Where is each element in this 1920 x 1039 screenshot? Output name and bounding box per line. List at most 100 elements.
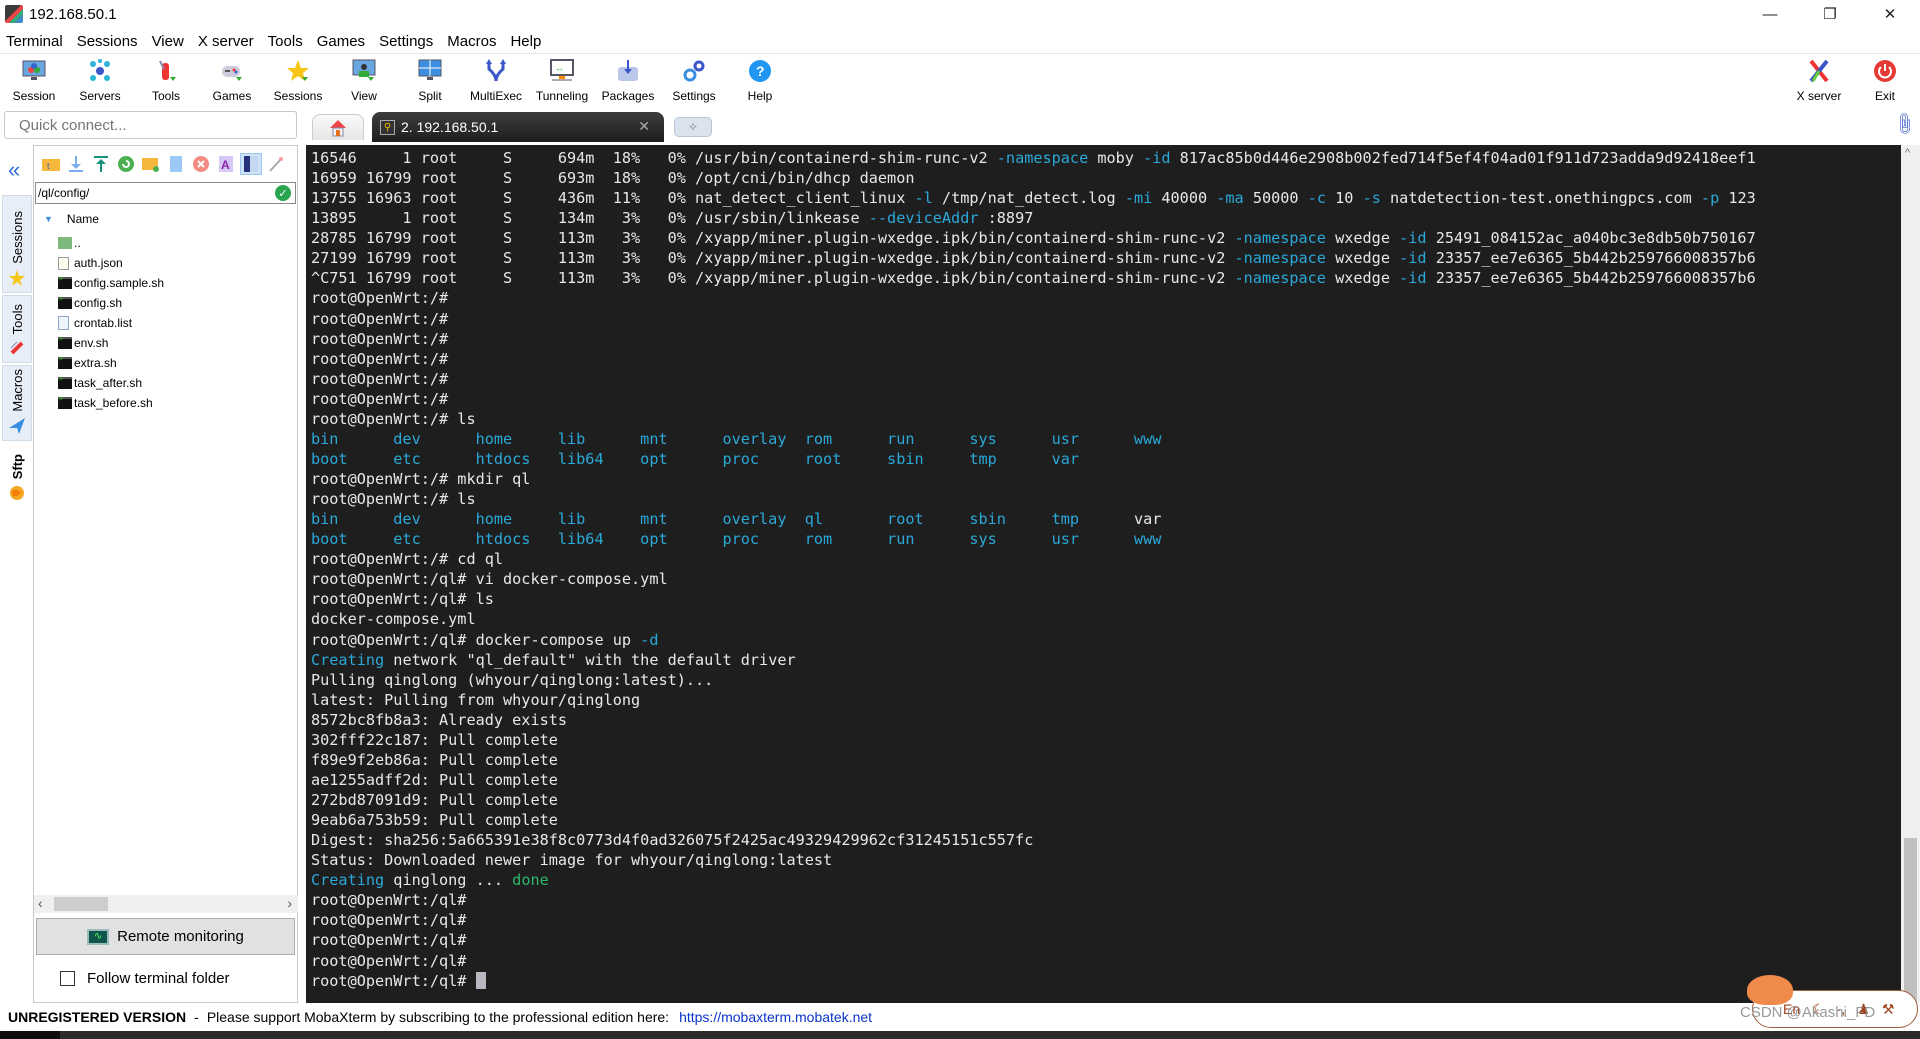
collapse-sidebar-icon[interactable]: « [8,157,20,183]
terminal-line: bin dev home lib mnt overlay rom run sys… [311,429,1901,449]
view-button[interactable]: View [331,57,397,107]
file-item[interactable]: config.sample.sh [58,273,164,293]
follow-terminal-folder-checkbox[interactable] [60,971,75,986]
file-item[interactable]: config.sh [58,293,164,313]
close-tab-icon[interactable]: ✕ [638,118,650,135]
text-file-icon [58,316,69,330]
highlighted-text: Creating [311,871,385,890]
monitor-icon: ∿ [87,928,110,945]
games-button[interactable]: Games [199,57,265,107]
terminal-text: moby [1088,149,1144,167]
sidebar-tab-sftp[interactable]: Sftp [2,443,32,507]
sidebar-tab-macros[interactable]: Macros [2,365,32,441]
refresh-icon[interactable] [115,153,137,175]
scrollbar-thumb[interactable] [1904,838,1917,1003]
scroll-up-icon[interactable]: ^ [1905,147,1910,159]
new-folder-icon[interactable] [140,153,162,175]
ime-wrench-icon[interactable]: ⚒ [1882,1001,1895,1018]
menu-view[interactable]: View [146,33,192,50]
tools-icon [154,59,178,83]
servers-icon [88,59,112,83]
scrollbar-thumb[interactable] [54,897,108,911]
terminal-output[interactable]: 16546 1 root S 694m 18% 0% /usr/bin/cont… [306,145,1901,1003]
follow-terminal-folder-option[interactable]: Follow terminal folder [60,970,230,987]
file-item[interactable]: auth.json [58,253,164,273]
highlighted-text: boot etc htdocs lib64 opt proc rom run s… [311,530,1162,549]
download-icon[interactable] [65,153,87,175]
shell-script-icon [58,356,72,369]
scroll-left-icon[interactable]: ‹ [38,895,43,911]
mobatek-link[interactable]: https://mobaxterm.mobatek.net [679,1009,872,1025]
remote-monitoring-button[interactable]: ∿ Remote monitoring [36,918,295,955]
file-item[interactable]: task_after.sh [58,373,164,393]
star-icon [9,270,25,286]
paperclip-icon[interactable]: 📎︎ [1890,110,1919,139]
tools-icon [10,341,24,355]
menu-games[interactable]: Games [311,33,373,50]
parent-folder-icon[interactable]: t [40,153,62,175]
scroll-right-icon[interactable]: › [287,895,292,911]
file-item[interactable]: .. [58,233,164,253]
title-bar: 192.168.50.1 — ❐ ✕ [0,0,1920,28]
sftp-panel: t A /ql/config/ ✓ ▼ Name .. auth.json co… [33,145,298,1003]
x-server-button[interactable]: X server [1786,57,1852,107]
sidebar-tab-sessions[interactable]: Sessions [2,195,32,293]
file-list-horizontal-scrollbar[interactable]: ‹ › [34,895,298,913]
highlighted-text: -id [1399,249,1427,268]
servers-button[interactable]: Servers [67,57,133,107]
file-item[interactable]: extra.sh [58,353,164,373]
file-item[interactable]: task_before.sh [58,393,164,413]
sftp-path-input[interactable]: /ql/config/ ✓ [35,182,296,204]
svg-text:A: A [221,158,230,172]
menu-terminal[interactable]: Terminal [0,33,71,50]
file-item[interactable]: crontab.list [58,313,164,333]
rename-icon[interactable]: A [215,153,237,175]
delete-icon[interactable] [190,153,212,175]
gear-icon [682,59,706,83]
split-button[interactable]: Split [397,57,463,107]
close-button[interactable]: ✕ [1860,0,1920,28]
upload-icon[interactable] [90,153,112,175]
session-button[interactable]: Session [1,57,67,107]
toggle-hidden-files-icon[interactable] [240,153,262,175]
home-tab[interactable] [312,114,364,140]
file-item[interactable]: env.sh [58,333,164,353]
magic-wand-icon[interactable] [265,153,287,175]
confirm-path-icon[interactable]: ✓ [275,185,291,201]
tools-button[interactable]: Tools [133,57,199,107]
terminal-text: 123 [1719,189,1756,208]
terminal-line: root@OpenWrt:/# mkdir ql [311,469,1901,489]
terminal-text: network "ql_default" with the default dr… [384,650,796,669]
terminal-line: root@OpenWrt:/ql# docker-compose up -d [311,630,1901,650]
menu-tools[interactable]: Tools [262,33,311,50]
sessions-button[interactable]: Sessions [265,57,331,107]
restore-button[interactable]: ❐ [1800,0,1860,28]
highlighted-text: -namespace [1234,249,1326,268]
file-list-header[interactable]: ▼ Name [44,212,99,226]
new-file-icon[interactable] [165,153,187,175]
packages-button[interactable]: Packages [595,57,661,107]
minimize-button[interactable]: — [1740,0,1800,28]
help-button[interactable]: ? Help [727,57,793,107]
terminal-text: 9eab6a753b59: Pull complete [311,811,558,830]
menu-macros[interactable]: Macros [441,33,504,50]
new-tab-button[interactable]: ✧ [674,117,712,137]
terminal-line: Status: Downloaded newer image for whyou… [311,850,1901,870]
terminal-scrollbar[interactable]: ^ [1901,145,1920,1003]
settings-button[interactable]: Settings [661,57,727,107]
terminal-text: :8897 [978,209,1034,228]
terminal-line: root@OpenWrt:/# cd ql [311,549,1901,569]
menu-settings[interactable]: Settings [373,33,441,50]
multiexec-button[interactable]: MultiExec [463,57,529,107]
terminal-text: wxedge [1325,229,1400,248]
tunneling-button[interactable]: ↔ Tunneling [529,57,595,107]
exit-button[interactable]: Exit [1852,57,1918,107]
quick-connect-input[interactable] [4,111,297,139]
terminal-text: 817ac85b0d446e2908b002fed714f5ef4f04ad01… [1170,149,1756,167]
menu-x-server[interactable]: X server [192,33,262,50]
json-file-icon [58,256,69,270]
sidebar-tab-tools[interactable]: Tools [2,295,32,363]
session-tab-192-168-50-1[interactable]: ⚲ 2. 192.168.50.1 ✕ [372,112,664,142]
menu-sessions[interactable]: Sessions [71,33,146,50]
menu-help[interactable]: Help [504,33,549,50]
